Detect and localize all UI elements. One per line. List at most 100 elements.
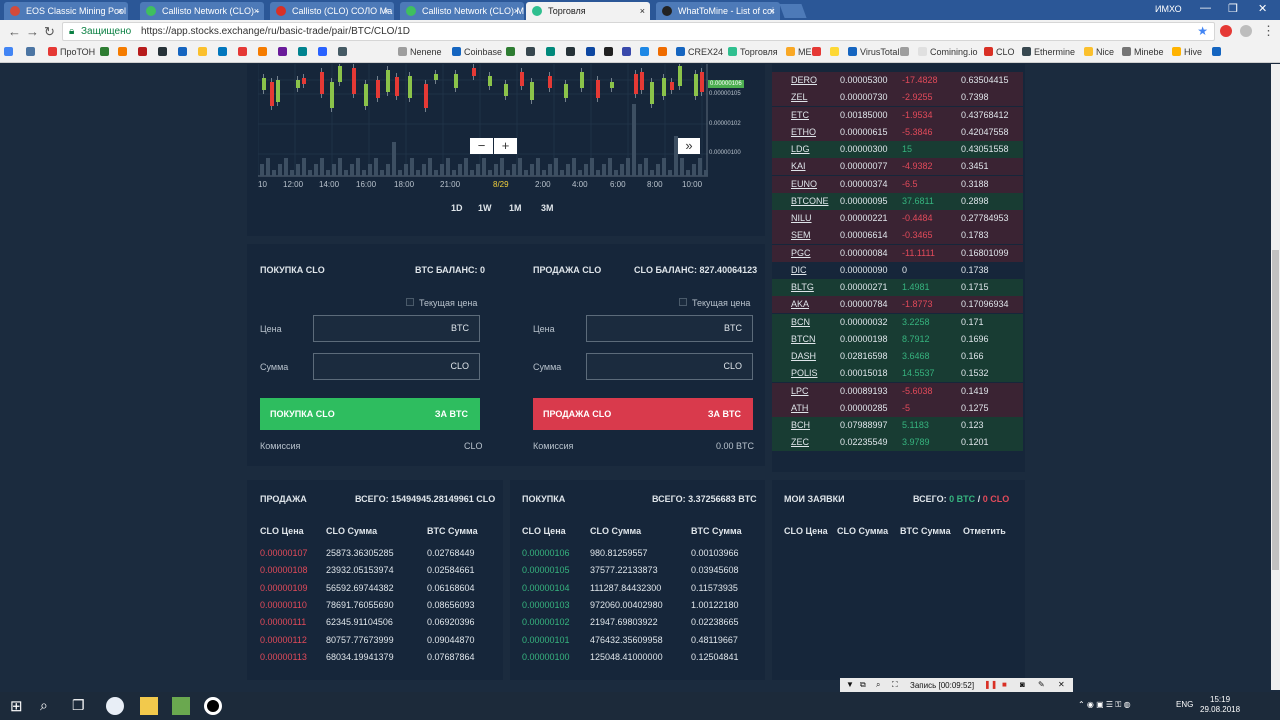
file-explorer-icon[interactable] [140, 697, 158, 715]
bookmark-icon[interactable] [546, 47, 558, 57]
bookmark-protoh[interactable]: ПроТОН [48, 47, 95, 57]
bookmark-nice[interactable]: Nice [1084, 47, 1114, 57]
buy-button[interactable]: ПОКУПКА CLO ЗА BTC [260, 398, 480, 430]
market-row[interactable]: SEM 0.00006614 -0.3465 0.1783 [772, 227, 1023, 245]
bookmark-me[interactable]: ME [786, 47, 812, 57]
market-row[interactable]: BCN 0.00000032 3.2258 0.171 [772, 313, 1023, 331]
market-symbol[interactable]: BCH [791, 417, 810, 434]
market-symbol[interactable]: PGC [791, 245, 811, 262]
bookmark-icon[interactable] [100, 47, 112, 57]
bookmark-icon[interactable] [586, 47, 598, 57]
order-book-cell[interactable]: 0.00000102 [522, 617, 570, 627]
bookmark-icon[interactable] [604, 47, 616, 57]
market-symbol[interactable]: BTCN [791, 331, 816, 348]
order-book-cell[interactable]: 0.00000101 [522, 635, 570, 645]
bookmark-virustotal[interactable]: VirusTotal [848, 47, 899, 57]
market-symbol[interactable]: ETHO [791, 124, 816, 141]
browser-tab[interactable]: Callisto (CLO) СОЛО Ма × [270, 2, 394, 20]
menu-icon[interactable]: ⋮ [1262, 23, 1275, 39]
market-symbol[interactable]: LDG [791, 141, 810, 158]
order-book-cell[interactable]: 0.00000103 [522, 600, 570, 610]
pen-icon[interactable]: ✎ [1038, 680, 1045, 689]
bookmark-trade[interactable]: Торговля [728, 47, 778, 57]
bookmark-icon[interactable] [318, 47, 330, 57]
range-1w[interactable]: 1W [478, 203, 492, 213]
search-icon[interactable]: ⌕ [876, 680, 880, 690]
bookmark-coinbase[interactable]: Coinbase [452, 47, 502, 57]
browser-tab[interactable]: Callisto Network (CLO) М × [400, 2, 524, 20]
close-tab-icon[interactable]: × [254, 2, 259, 20]
market-row[interactable]: LPC 0.00089193 -5.6038 0.1419 [772, 382, 1023, 400]
windows-start-icon[interactable]: ⊞ [10, 697, 28, 715]
bookmark-icon[interactable] [26, 47, 38, 57]
bookmark-minebe[interactable]: Minebe [1122, 47, 1164, 57]
window-icon[interactable]: ⧉ [860, 680, 866, 690]
market-row[interactable]: ZEL 0.00000730 -2.9255 0.7398 [772, 89, 1023, 107]
forward-icon[interactable]: → [26, 24, 39, 39]
order-book-cell[interactable]: 0.00000105 [522, 565, 570, 575]
market-row[interactable]: LDG 0.00000300 15 0.43051558 [772, 141, 1023, 158]
market-row[interactable]: BTCONE 0.00000095 37.6811 0.2898 [772, 192, 1023, 210]
order-book-cell[interactable]: 0.00000110 [260, 600, 307, 610]
bookmark-icon[interactable] [622, 47, 634, 57]
order-book-cell[interactable]: 0.00000112 [260, 635, 307, 645]
app-icon[interactable] [172, 697, 190, 715]
range-3m[interactable]: 3M [541, 203, 554, 213]
market-row[interactable]: DERO 0.00005300 -17.4828 0.63504415 [772, 72, 1023, 89]
market-symbol[interactable]: ATH [791, 400, 808, 417]
task-view-icon[interactable]: ❐ [72, 697, 90, 715]
buy-price-input[interactable]: BTC [313, 315, 480, 342]
market-row[interactable]: ZEC 0.02235549 3.9789 0.1201 [772, 434, 1023, 452]
market-symbol[interactable]: EUNO [791, 176, 817, 193]
apps-icon[interactable] [4, 47, 16, 57]
market-symbol[interactable]: SEM [791, 227, 811, 244]
close-tab-icon[interactable]: × [384, 2, 389, 20]
order-book-cell[interactable]: 0.00000113 [260, 652, 307, 662]
market-symbol[interactable]: BCN [791, 314, 810, 331]
order-book-cell[interactable]: 0.00000107 [260, 548, 308, 558]
bookmark-icon[interactable] [158, 47, 170, 57]
bookmark-icon[interactable] [258, 47, 270, 57]
bookmark-icon[interactable] [658, 47, 670, 57]
buy-current-price-checkbox[interactable] [406, 298, 414, 306]
market-row[interactable]: BTCN 0.00000198 8.7912 0.1696 [772, 330, 1023, 348]
bookmark-icon[interactable] [1212, 47, 1224, 57]
extension-icon[interactable] [1240, 25, 1252, 37]
bookmark-comining[interactable]: Comining.io [918, 47, 978, 57]
market-row[interactable]: BLTG 0.00000271 1.4981 0.1715 [772, 279, 1023, 296]
market-symbol[interactable]: DASH [791, 348, 816, 365]
reload-icon[interactable]: ↻ [44, 24, 55, 40]
back-icon[interactable]: ← [8, 24, 21, 39]
camera-icon[interactable]: ◙ [1020, 680, 1025, 689]
sell-current-price-checkbox[interactable] [679, 298, 687, 306]
recorder-app-icon[interactable] [204, 697, 222, 715]
chrome-icon[interactable] [106, 697, 124, 715]
market-symbol[interactable]: BTCONE [791, 193, 829, 210]
bookmark-icon[interactable] [812, 47, 824, 57]
close-window-icon[interactable]: ✕ [1258, 2, 1267, 15]
order-book-cell[interactable]: 0.00000100 [522, 652, 570, 662]
bookmark-icon[interactable] [178, 47, 190, 57]
market-row[interactable]: DIC 0.00000090 0 0.1738 [772, 261, 1023, 279]
market-row[interactable]: KAI 0.00000077 -4.9382 0.3451 [772, 158, 1023, 176]
buy-amount-input[interactable]: CLO [313, 353, 480, 380]
order-book-cell[interactable]: 0.00000111 [260, 617, 306, 627]
browser-tab[interactable]: WhatToMine - List of coi × [656, 2, 780, 20]
market-symbol[interactable]: KAI [791, 158, 806, 175]
market-row[interactable]: ETC 0.00185000 -1.9534 0.43768412 [772, 106, 1023, 124]
market-row[interactable]: POLIS 0.00015018 14.5537 0.1532 [772, 365, 1023, 383]
dropdown-icon[interactable]: ▼ [846, 680, 854, 689]
bookmark-icon[interactable] [566, 47, 578, 57]
order-book-cell[interactable]: 0.00000106 [522, 548, 570, 558]
tray-icons[interactable]: ⌃ ◉ ▣ ☰ ⚿ ◍ [1078, 700, 1131, 710]
market-symbol[interactable]: NILU [791, 210, 812, 227]
market-row[interactable]: PGC 0.00000084 -11.1111 0.16801099 [772, 244, 1023, 262]
bookmark-clo[interactable]: CLO [984, 47, 1015, 57]
bookmark-icon[interactable] [830, 47, 842, 57]
zoom-in-button[interactable]: + [494, 138, 517, 154]
market-symbol[interactable]: ETC [791, 107, 809, 124]
bookmark-icon[interactable] [238, 47, 250, 57]
close-tab-icon[interactable]: × [640, 2, 645, 20]
order-book-cell[interactable]: 0.00000109 [260, 583, 308, 593]
market-symbol[interactable]: LPC [791, 383, 809, 400]
